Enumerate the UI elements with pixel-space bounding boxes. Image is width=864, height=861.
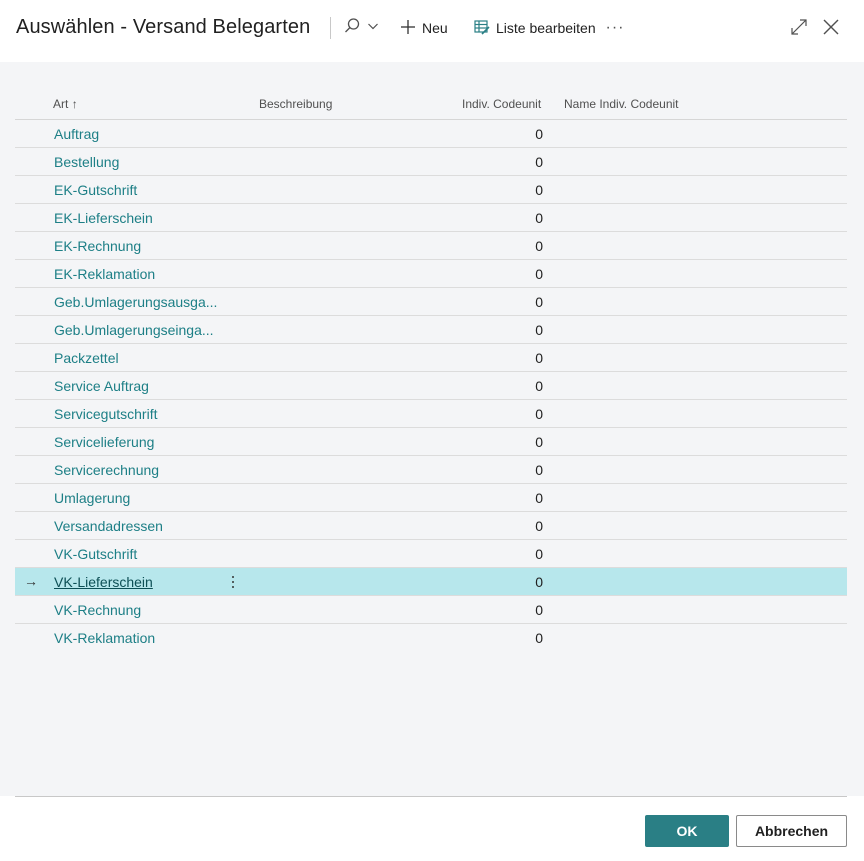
arrow-right-icon: → [24,573,38,589]
edit-list-icon [474,19,490,38]
table-row[interactable]: Auftrag 0 [15,120,847,148]
plus-icon [400,19,416,38]
column-header-art-label: Art [53,97,69,111]
cell-art-link[interactable]: Geb.Umlagerungseinga... [54,322,214,338]
table-row[interactable]: EK-Rechnung 0 [15,232,847,260]
cell-indiv-codeunit: 0 [535,602,543,618]
cell-art-link[interactable]: Servicerechnung [54,462,159,478]
column-header-art[interactable]: Art ↑ [53,97,78,111]
table-row[interactable]: VK-Reklamation 0 [15,624,847,652]
header-separator [330,17,331,39]
cell-art-link[interactable]: Umlagerung [54,490,130,506]
cell-indiv-codeunit: 0 [535,350,543,366]
table-row[interactable]: EK-Gutschrift 0 [15,176,847,204]
sort-ascending-icon: ↑ [71,97,78,111]
page-title: Auswählen - Versand Belegarten [16,16,311,38]
cell-indiv-codeunit: 0 [535,434,543,450]
edit-list-label: Liste bearbeiten [496,20,596,36]
new-button-label: Neu [422,20,448,36]
table-row[interactable]: Geb.Umlagerungsausga... 0 [15,288,847,316]
cell-indiv-codeunit: 0 [535,126,543,142]
table-body: Auftrag 0 Bestellung 0 EK-Gutschrift 0 EK-Lief… [15,120,847,652]
column-header-indiv-codeunit[interactable]: Indiv. Codeunit [462,97,541,111]
table-row[interactable]: Bestellung 0 [15,148,847,176]
cell-indiv-codeunit: 0 [535,518,543,534]
cell-art-link[interactable]: Auftrag [54,126,99,142]
cell-art-link[interactable]: VK-Lieferschein [54,574,153,590]
cell-art-link[interactable]: Geb.Umlagerungsausga... [54,294,217,310]
cell-indiv-codeunit: 0 [535,574,543,590]
cell-art-link[interactable]: VK-Rechnung [54,602,141,618]
cell-art-link[interactable]: Servicelieferung [54,434,154,450]
cell-indiv-codeunit: 0 [535,546,543,562]
table-row[interactable]: VK-Gutschrift 0 [15,540,847,568]
cell-indiv-codeunit: 0 [535,490,543,506]
cell-art-link[interactable]: Servicegutschrift [54,406,157,422]
column-header-beschreibung[interactable]: Beschreibung [259,97,332,111]
cell-art-link[interactable]: VK-Reklamation [54,630,155,646]
cell-indiv-codeunit: 0 [535,154,543,170]
cell-art-link[interactable]: EK-Reklamation [54,266,155,282]
ok-button[interactable]: OK [645,815,729,847]
column-header-name-indiv-codeunit[interactable]: Name Indiv. Codeunit [564,97,679,111]
table-row[interactable]: VK-Rechnung 0 [15,596,847,624]
cell-indiv-codeunit: 0 [535,630,543,646]
dialog-header: Auswählen - Versand Belegarten Neu Liste… [0,0,864,62]
table-row[interactable]: Servicerechnung 0 [15,456,847,484]
vertical-ellipsis-icon[interactable] [226,572,240,592]
cell-art-link[interactable]: EK-Gutschrift [54,182,137,198]
search-button[interactable] [343,16,383,40]
table-row[interactable]: Geb.Umlagerungseinga... 0 [15,316,847,344]
cell-indiv-codeunit: 0 [535,182,543,198]
list-content: Art ↑ Beschreibung Indiv. Codeunit Name … [0,62,864,796]
cell-indiv-codeunit: 0 [535,322,543,338]
dialog-footer: OK Abbrechen [0,796,864,861]
table-row[interactable]: Servicegutschrift 0 [15,400,847,428]
edit-list-button[interactable]: Liste bearbeiten [474,16,596,40]
footer-divider [15,796,847,797]
table-row[interactable]: → VK-Lieferschein 0 [15,568,847,596]
more-options-button[interactable]: ··· [604,16,626,40]
cell-indiv-codeunit: 0 [535,294,543,310]
cell-indiv-codeunit: 0 [535,378,543,394]
cell-art-link[interactable]: Packzettel [54,350,119,366]
table-row[interactable]: Umlagerung 0 [15,484,847,512]
cell-art-link[interactable]: Service Auftrag [54,378,149,394]
new-button[interactable]: Neu [400,16,448,40]
close-icon[interactable] [821,17,841,37]
table-row[interactable]: Servicelieferung 0 [15,428,847,456]
table-row[interactable]: Packzettel 0 [15,344,847,372]
cell-indiv-codeunit: 0 [535,462,543,478]
cancel-button[interactable]: Abbrechen [736,815,847,847]
cell-indiv-codeunit: 0 [535,406,543,422]
cell-art-link[interactable]: Versandadressen [54,518,163,534]
cell-art-link[interactable]: EK-Rechnung [54,238,141,254]
search-icon [343,17,361,40]
cell-art-link[interactable]: VK-Gutschrift [54,546,137,562]
cell-indiv-codeunit: 0 [535,238,543,254]
cell-art-link[interactable]: EK-Lieferschein [54,210,153,226]
chevron-down-icon [367,19,379,37]
table-row[interactable]: Versandadressen 0 [15,512,847,540]
table-row[interactable]: EK-Reklamation 0 [15,260,847,288]
expand-icon[interactable] [789,17,809,37]
table-row[interactable]: EK-Lieferschein 0 [15,204,847,232]
cell-art-link[interactable]: Bestellung [54,154,119,170]
cell-indiv-codeunit: 0 [535,266,543,282]
table-row[interactable]: Service Auftrag 0 [15,372,847,400]
cell-indiv-codeunit: 0 [535,210,543,226]
